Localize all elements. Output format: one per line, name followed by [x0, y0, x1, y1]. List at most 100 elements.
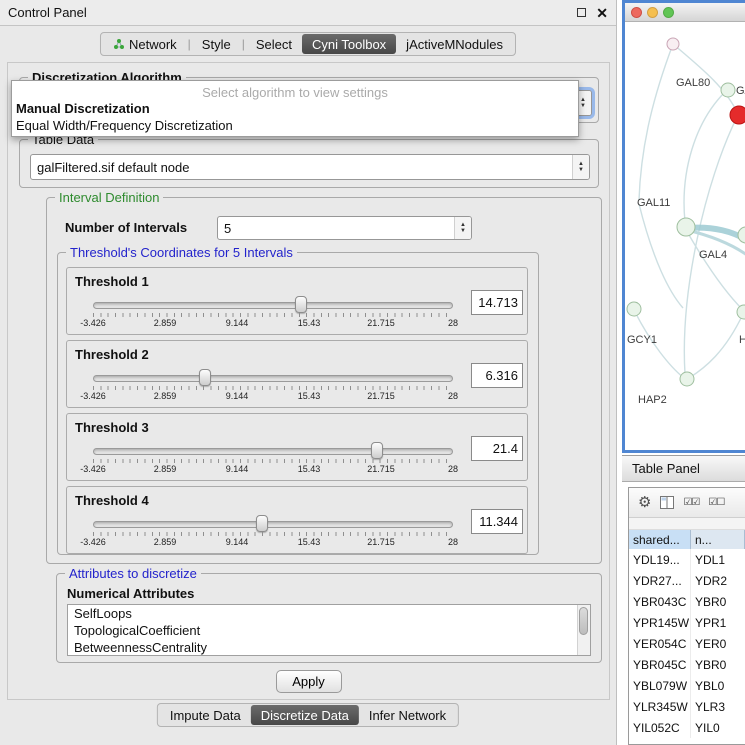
- threshold-4-slider[interactable]: -3.426 2.859 9.144 15.43 21.715 28: [93, 513, 453, 551]
- threshold-1-value-field[interactable]: 14.713: [471, 290, 523, 315]
- threshold-label: Threshold 1: [75, 274, 149, 289]
- table-row[interactable]: YDL19... YDL1: [629, 549, 745, 570]
- scale-label: 28: [448, 391, 458, 401]
- table-panel-title: Table Panel: [632, 461, 700, 476]
- node-hap2[interactable]: [680, 372, 694, 386]
- table-row[interactable]: YER054C YER0: [629, 633, 745, 654]
- node-label-partial: H: [739, 334, 745, 346]
- threshold-label: Threshold 2: [75, 347, 149, 362]
- node[interactable]: [667, 38, 679, 50]
- dropdown-option-manual-discretization[interactable]: Manual Discretization: [12, 100, 578, 117]
- dropdown-option-equal-width-frequency[interactable]: Equal Width/Frequency Discretization: [12, 117, 578, 134]
- threshold-4-value-field[interactable]: 11.344: [471, 509, 523, 534]
- table-row[interactable]: YBR043C YBR0: [629, 591, 745, 612]
- slider-thumb[interactable]: [256, 515, 268, 532]
- node-gal11[interactable]: [677, 218, 695, 236]
- slider-track[interactable]: [93, 375, 453, 382]
- threshold-2-slider[interactable]: -3.426 2.859 9.144 15.43 21.715 28: [93, 367, 453, 405]
- list-item[interactable]: BetweennessCentrality: [68, 639, 590, 656]
- select-columns-icon[interactable]: ☑☐: [708, 497, 724, 508]
- node[interactable]: [721, 83, 735, 97]
- table-rows: YDL19... YDL1 YDR27... YDR2 YBR043C YBR0…: [629, 549, 745, 738]
- close-button[interactable]: ✕: [596, 8, 608, 18]
- network-canvas[interactable]: GAL80 GA GAL11 GAL4 GCY1 HAP2 H: [625, 22, 745, 450]
- node-label-gal80: GAL80: [676, 77, 710, 89]
- select-rows-icon[interactable]: ☑☑: [683, 497, 699, 508]
- scale-label: 28: [448, 464, 458, 474]
- threshold-2-panel: Threshold 2 -3.426 2.859 9.144 15.43 21.…: [66, 340, 528, 408]
- scrollbar-thumb[interactable]: [579, 607, 588, 635]
- tab-infer-network[interactable]: Infer Network: [359, 705, 456, 725]
- table-panel-header: Table Panel: [622, 455, 745, 482]
- threshold-4-panel: Threshold 4 -3.426 2.859 9.144 15.43 21.…: [66, 486, 528, 554]
- slider-track[interactable]: [93, 302, 453, 309]
- close-traffic-light[interactable]: [631, 7, 642, 18]
- number-of-intervals-combo[interactable]: 5 ▲▼: [217, 216, 472, 240]
- scale-label: 15.43: [298, 318, 321, 328]
- tab-discretize-data[interactable]: Discretize Data: [251, 705, 359, 725]
- numerical-attributes-label: Numerical Attributes: [67, 586, 194, 601]
- network-window-titlebar: [625, 3, 745, 22]
- numerical-attributes-list[interactable]: SelfLoops TopologicalCoefficient Between…: [67, 604, 591, 656]
- table-row[interactable]: YDR27... YDR2: [629, 570, 745, 591]
- float-window-button[interactable]: [577, 8, 586, 17]
- table-row[interactable]: YPR145W YPR1: [629, 612, 745, 633]
- threshold-label: Threshold 3: [75, 420, 149, 435]
- tab-cyni-toolbox[interactable]: Cyni Toolbox: [302, 34, 396, 54]
- combo-arrows-icon[interactable]: ▲▼: [572, 155, 589, 179]
- threshold-2-value-field[interactable]: 6.316: [471, 363, 523, 388]
- scale-label: 2.859: [154, 464, 177, 474]
- threshold-3-panel: Threshold 3 -3.426 2.859 9.144 15.43 21.…: [66, 413, 528, 481]
- tab-network[interactable]: Network: [103, 34, 187, 54]
- number-of-intervals-value: 5: [224, 221, 231, 236]
- threshold-1-slider[interactable]: -3.426 2.859 9.144 15.43 21.715 28: [93, 294, 453, 332]
- list-scrollbar[interactable]: [577, 605, 590, 655]
- node[interactable]: [737, 305, 745, 319]
- desktop: Control Panel ✕ Network | Style: [0, 0, 745, 745]
- zoom-traffic-light[interactable]: [663, 7, 674, 18]
- apply-button[interactable]: Apply: [276, 670, 342, 693]
- tab-impute-data[interactable]: Impute Data: [160, 705, 251, 725]
- attributes-group-label: Attributes to discretize: [65, 566, 201, 581]
- slider-scale: -3.426 2.859 9.144 15.43 21.715 28: [93, 537, 453, 549]
- scale-label: 2.859: [154, 537, 177, 547]
- threshold-coordinates-label: Threshold's Coordinates for 5 Intervals: [66, 245, 297, 260]
- tab-select[interactable]: Select: [246, 34, 302, 54]
- slider-thumb[interactable]: [371, 442, 383, 459]
- node-selected-red[interactable]: [730, 106, 745, 124]
- slider-track[interactable]: [93, 448, 453, 455]
- node[interactable]: [738, 227, 745, 243]
- number-of-intervals-label: Number of Intervals: [65, 220, 187, 235]
- control-panel-tabs: Network | Style | Select Cyni Toolbox jA…: [100, 32, 516, 56]
- combo-arrows-icon[interactable]: ▲▼: [454, 217, 471, 239]
- scale-label: 9.144: [226, 318, 249, 328]
- scale-label: 15.43: [298, 537, 321, 547]
- column-header-shared-name[interactable]: shared...: [629, 530, 691, 549]
- list-item[interactable]: SelfLoops: [68, 605, 590, 622]
- scale-label: 28: [448, 537, 458, 547]
- threshold-3-value-field[interactable]: 21.4: [471, 436, 523, 461]
- cyni-bottom-tabs: Impute Data Discretize Data Infer Networ…: [157, 703, 459, 727]
- tab-style[interactable]: Style: [192, 34, 241, 54]
- slider-thumb[interactable]: [199, 369, 211, 386]
- threshold-3-slider[interactable]: -3.426 2.859 9.144 15.43 21.715 28: [93, 440, 453, 478]
- slider-track[interactable]: [93, 521, 453, 528]
- table-row[interactable]: YBR045C YBR0: [629, 654, 745, 675]
- node-gcy1[interactable]: [627, 302, 641, 316]
- gear-icon[interactable]: ⚙: [638, 495, 651, 510]
- window-title: Control Panel: [8, 5, 87, 20]
- list-item[interactable]: TopologicalCoefficient: [68, 622, 590, 639]
- column-header-name[interactable]: n...: [691, 530, 745, 549]
- table-data-group: Table Data galFiltered.sif default node …: [19, 139, 599, 188]
- node-label-gcy1: GCY1: [627, 334, 657, 346]
- table-row[interactable]: YLR345W YLR3: [629, 696, 745, 717]
- table-row[interactable]: YBL079W YBL0: [629, 675, 745, 696]
- slider-scale: -3.426 2.859 9.144 15.43 21.715 28: [93, 391, 453, 403]
- slider-ticks: [93, 459, 453, 463]
- tab-jactivemnodules[interactable]: jActiveMNodules: [396, 34, 513, 54]
- slider-thumb[interactable]: [295, 296, 307, 313]
- minimize-traffic-light[interactable]: [647, 7, 658, 18]
- table-row[interactable]: YIL052C YIL0: [629, 717, 745, 738]
- split-columns-icon[interactable]: [660, 496, 674, 509]
- table-data-combo[interactable]: galFiltered.sif default node ▲▼: [30, 154, 590, 180]
